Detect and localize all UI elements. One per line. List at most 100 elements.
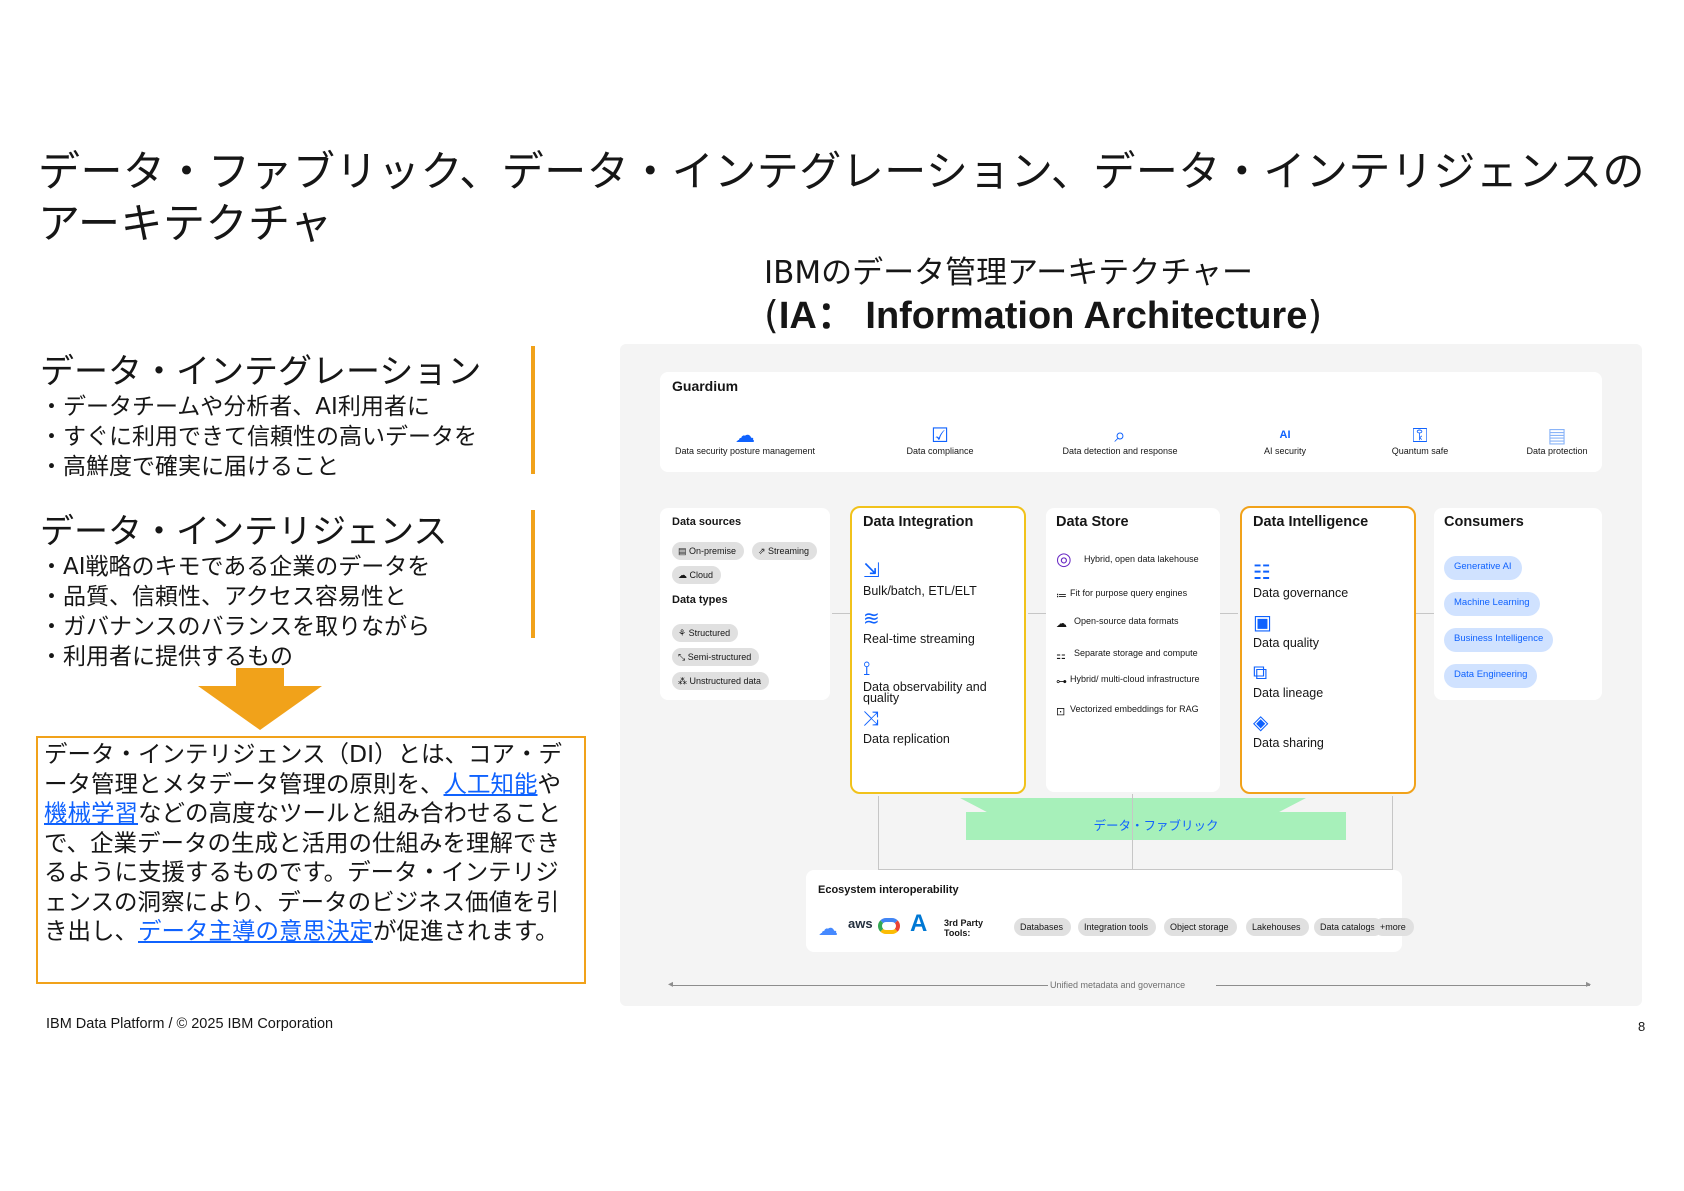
ecosystem-card: Ecosystem interoperability ☁ aws A 3rd P… xyxy=(806,870,1414,952)
lakehouse-icon: ◎ xyxy=(1056,549,1072,570)
integration-item-label: Data observability and quality xyxy=(863,680,987,705)
integration-item-label: Real-time streaming xyxy=(863,632,975,646)
chip-semi-structured: ⤡ Semi-structured xyxy=(672,648,760,666)
store-item-label: Vectorized embeddings for RAG xyxy=(1070,704,1199,714)
data-integration-card: Data Integration ⇲ Bulk/batch, ETL/ELT ≋… xyxy=(850,506,1026,794)
guardium-item-label: Data detection and response xyxy=(1062,446,1178,456)
data-store-title: Data Store xyxy=(1056,514,1129,530)
data-integration-title: Data Integration xyxy=(863,514,974,530)
data-protection-item: ▤ Data protection xyxy=(1512,424,1602,456)
storage-compute-icon: ⚏ xyxy=(1056,649,1066,662)
bulk-batch-icon: ⇲ xyxy=(863,558,880,582)
section-line: ・高鮮度で確実に届けること xyxy=(40,454,339,480)
data-sources-card: Data sources ▤ On-premise ⇗ Streaming ☁ … xyxy=(660,508,830,700)
definition-box: データ・インテリジェンス（DI）とは、コア・データ管理とメタデータ管理の原則を、… xyxy=(36,736,586,984)
intelligence-section: データ・インテリジェンス ・AI戦略のキモである企業のデータを ・品質、信頼性、… xyxy=(40,512,447,672)
architecture-diagram: Guardium ☁ Data security posture managem… xyxy=(620,344,1642,1006)
paren-close: ) xyxy=(1307,293,1323,337)
data-driven-decision-link[interactable]: データ主導の意思決定 xyxy=(138,917,373,945)
quality-icon: ▣ xyxy=(1253,610,1272,634)
third-party-label: 3rd Party Tools: xyxy=(944,918,984,938)
aws-logo-text: aws xyxy=(848,916,873,931)
arrow-left-icon: ◂ xyxy=(668,979,674,990)
definition-text: や xyxy=(537,769,562,798)
section-accent-bar xyxy=(531,510,535,638)
chip-label: Semi-structured xyxy=(687,652,752,662)
open-format-icon: ☁ xyxy=(1056,617,1067,630)
query-engine-icon: ≔ xyxy=(1056,589,1067,602)
machine-learning-link[interactable]: 機械学習 xyxy=(44,799,138,827)
section-heading: データ・インテリジェンス xyxy=(40,512,448,552)
section-line: ・AI戦略のキモである企業のデータを xyxy=(40,554,431,580)
consumers-title: Consumers xyxy=(1444,514,1524,530)
connector-line xyxy=(1220,613,1238,614)
down-arrow-stem xyxy=(236,668,284,688)
quantum-safe-item: ⚿ Quantum safe xyxy=(1375,424,1465,456)
diagram-heading: IBMのデータ管理アーキテクチャー xyxy=(764,255,1253,291)
store-item-label: Hybrid, open data lakehouse xyxy=(1084,554,1199,564)
ai-link[interactable]: 人工知能 xyxy=(444,770,538,798)
store-item-label: Hybrid/ multi-cloud infrastructure xyxy=(1070,674,1200,684)
connector-line xyxy=(1132,794,1133,870)
section-accent-bar xyxy=(531,346,535,474)
data-security-posture-item: ☁ Data security posture management xyxy=(660,424,830,456)
chip-label: Streaming xyxy=(768,546,810,556)
store-item-label: Separate storage and compute xyxy=(1074,648,1198,658)
streaming-icon: ≋ xyxy=(863,606,880,630)
search-shield-icon: ⌕ xyxy=(1114,423,1126,447)
ia-title: IA： Information Architecture xyxy=(778,295,1308,337)
guardium-card: Guardium ☁ Data security posture managem… xyxy=(660,372,1602,472)
connector-line xyxy=(1416,613,1434,614)
azure-logo: A xyxy=(910,910,928,937)
lineage-icon: ⧉ xyxy=(1253,660,1268,684)
key-shield-icon: ⚿ xyxy=(1412,423,1428,447)
integration-item-label: Bulk/batch, ETL/ELT xyxy=(863,584,977,598)
ai-shield-icon: AI xyxy=(1279,429,1291,441)
page-number: 8 xyxy=(1638,1019,1646,1034)
metadata-label: Unified metadata and governance xyxy=(1050,980,1186,990)
chip-label: Cloud xyxy=(689,570,714,580)
chip-label: On-premise xyxy=(689,546,737,556)
data-fabric-label: データ・ファブリック xyxy=(1093,818,1219,833)
data-store-card: Data Store ◎ Hybrid, open data lakehouse… xyxy=(1046,508,1220,792)
guardium-item-label: Data protection xyxy=(1526,446,1588,456)
guardium-item-label: Quantum safe xyxy=(1391,446,1449,456)
guardium-item-label: Data compliance xyxy=(906,446,974,456)
guardium-title: Guardium xyxy=(672,378,739,394)
integration-item-label: Data replication xyxy=(863,732,950,746)
cloud-shield-icon: ☁ xyxy=(735,423,755,447)
replication-icon: ⤨ xyxy=(863,706,879,730)
diagram-subheading: (IA： Information Architecture) xyxy=(764,292,1322,339)
observability-icon: ⟟ xyxy=(863,656,871,680)
checklist-shield-icon: ☑ xyxy=(931,423,949,447)
connector-line xyxy=(1028,613,1046,614)
section-line: ・品質、信頼性、アクセス容易性と xyxy=(40,584,407,610)
sharing-icon: ◈ xyxy=(1253,710,1269,734)
consumer-machine-learning: Machine Learning xyxy=(1444,592,1540,616)
consumers-card: Consumers Generative AI Machine Learning… xyxy=(1434,508,1602,700)
arrow-right-icon: ▸ xyxy=(1586,979,1592,990)
paren-open: ( xyxy=(764,293,779,337)
google-cloud-logo xyxy=(878,918,900,934)
data-detection-item: ⌕ Data detection and response xyxy=(1045,424,1195,456)
ecosystem-title: Ecosystem interoperability xyxy=(818,884,959,896)
guardium-item-label: AI security xyxy=(1263,446,1306,456)
tool-chip: +more xyxy=(1374,918,1414,936)
store-item-label: Fit for purpose query engines xyxy=(1070,588,1188,598)
data-intelligence-title: Data Intelligence xyxy=(1253,514,1369,530)
connector-line xyxy=(878,796,879,870)
intelligence-item-label: Data governance xyxy=(1253,586,1349,600)
consumer-data-engineering: Data Engineering xyxy=(1444,664,1538,688)
tool-chip: Object storage xyxy=(1164,918,1237,936)
section-heading: データ・インテグレーション xyxy=(40,352,482,392)
page-title: データ・ファブリック、データ・インテグレーション、データ・インテリジェンスのアー… xyxy=(38,147,1646,248)
connector-line xyxy=(832,613,850,614)
metadata-line-left xyxy=(672,985,1048,986)
metadata-line-right xyxy=(1216,985,1590,986)
chip-cloud: ☁ Cloud xyxy=(672,566,722,584)
definition-text: が促進されます。 xyxy=(373,917,559,945)
data-types-title: Data types xyxy=(672,594,728,606)
section-line: ・データチームや分析者、AI利用者に xyxy=(40,394,430,420)
chip-streaming: ⇗ Streaming xyxy=(752,542,818,560)
consumer-generative-ai: Generative AI xyxy=(1444,556,1522,580)
